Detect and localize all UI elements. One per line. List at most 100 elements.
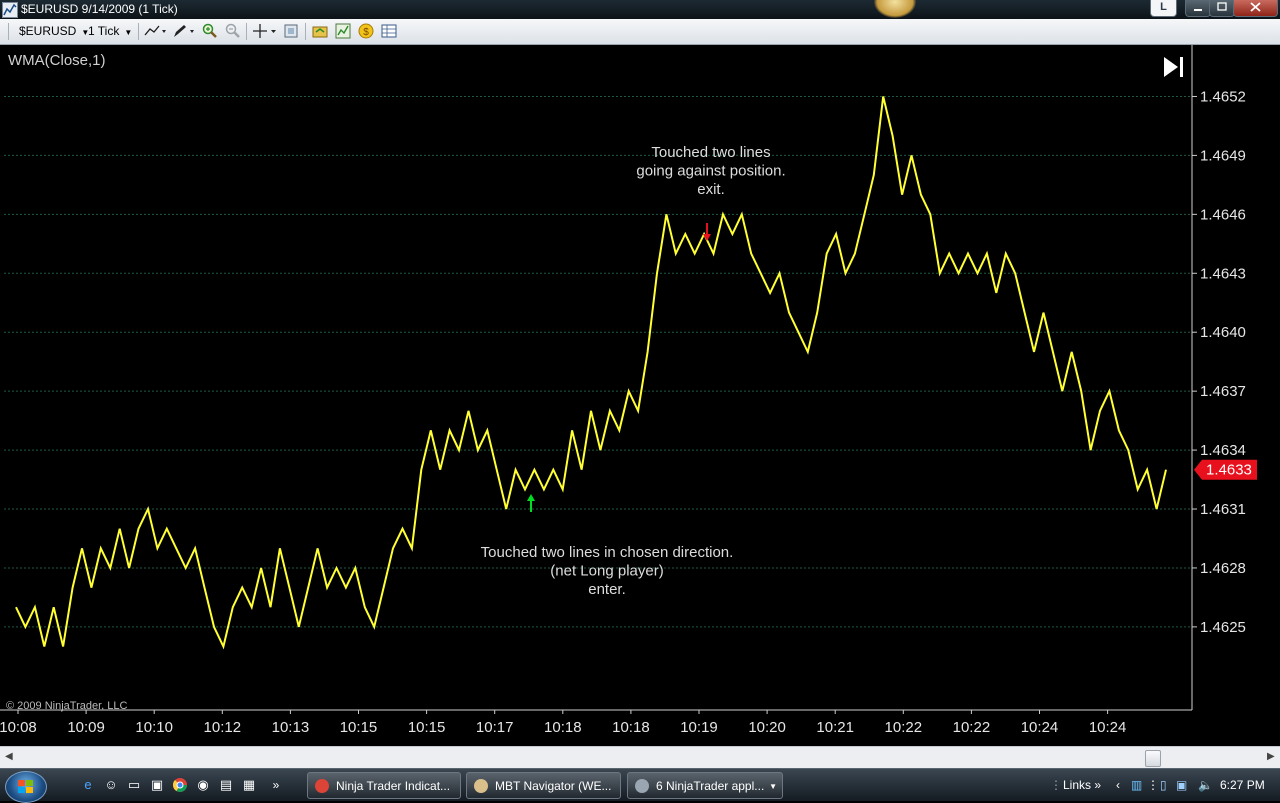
media-icon[interactable]: ◉ [195,777,211,793]
x-tick-label: 10:18 [612,719,650,736]
network-tray-icon[interactable]: ▥ [1131,778,1142,792]
app-shortcut-icon[interactable]: ▦ [241,777,257,793]
chevron-down-icon: ▼ [769,782,777,791]
price-chart[interactable]: 1.4652 1.4649 1.4646 1.4643 1.4640 1.4637 1.46… [0,45,1280,745]
y-tick-label: 1.4649 [1200,147,1246,164]
chart-toolbar: $EURUSD ▼ 1 Tick ▼ $ [0,19,1280,45]
enter-annotation-text: enter. [588,581,626,598]
task-mbt-navigator[interactable]: MBT Navigator (WE... [466,772,621,799]
internet-explorer-icon[interactable]: e [80,777,96,793]
exit-annotation-text: going against position. [636,163,785,180]
x-tick-label: 10:15 [340,719,378,736]
copyright-text: © 2009 NinjaTrader, LLC [6,700,127,712]
x-tick-label: 10:15 [408,719,446,736]
x-tick-label: 10:19 [680,719,718,736]
task-ninjatrader-group[interactable]: 6 NinjaTrader appl... ▼ [627,772,783,799]
show-desktop-icon[interactable]: ▭ [126,777,142,793]
scroll-to-end-bar[interactable] [1180,57,1183,77]
toolbar-separator [138,23,139,40]
x-tick-label: 10:24 [1089,719,1127,736]
x-tick-label: 10:10 [135,719,173,736]
window-title: $EURUSD 9/14/2009 (1 Tick) [21,2,178,16]
orb-decoration [874,0,916,18]
links-label: Links [1063,778,1092,792]
tray-grip: ⋮ [1050,778,1062,792]
x-tick-label: 10:20 [748,719,786,736]
y-tick-label: 1.4643 [1200,265,1246,282]
exit-annotation-text: exit. [697,181,725,198]
x-tick-label: 10:17 [476,719,514,736]
last-price-label: 1.4633 [1206,462,1252,479]
task-label: Ninja Trader Indicat... [336,779,451,793]
y-tick-label: 1.4646 [1200,206,1246,223]
zoom-in-icon[interactable] [202,23,218,39]
chrome-icon[interactable] [172,777,188,793]
language-button[interactable]: L [1150,0,1177,17]
instrument-selector[interactable]: $EURUSD ▼ [19,22,89,41]
x-tick-label: 10:22 [953,719,991,736]
tray-expand-icon[interactable]: ‹ [1116,778,1120,792]
interval-label: 1 Tick [88,24,120,38]
scroll-left-arrow-icon[interactable]: ◀ [5,751,13,762]
notepad-icon[interactable]: ▤ [218,777,234,793]
tray-separator: ⋮ [1147,778,1159,792]
toolbar-separator [8,23,9,40]
x-tick-label: 10:13 [272,719,310,736]
overflow-chevron-icon[interactable]: » [268,777,284,793]
drawing-tools-icon[interactable] [172,23,196,39]
minimize-button[interactable] [1185,0,1211,17]
chart-scrollbar[interactable]: ◀ ▶ [0,746,1280,769]
links-toolbar[interactable]: Links » [1063,778,1101,792]
restore-button[interactable] [1209,0,1235,17]
messenger-icon[interactable]: ☺ [103,777,119,793]
title-bar: $EURUSD 9/14/2009 (1 Tick) L [0,0,1280,19]
x-tick-label: 10:24 [1021,719,1059,736]
properties-icon[interactable] [283,23,299,39]
x-tick-label: 10:22 [885,719,923,736]
toolbar-separator [246,23,247,40]
y-tick-label: 1.4652 [1200,88,1246,105]
toolbar-separator [305,23,306,40]
svg-text:$: $ [363,27,369,38]
start-button[interactable] [5,771,47,803]
device-tray-icon[interactable]: ▯ [1160,778,1167,792]
mbt-icon [474,779,488,793]
taskbar: e ☺ ▭ ▣ ◉ ▤ ▦ » Ninja Trader Indicat... … [0,768,1280,803]
exit-annotation-text: Touched two lines [651,144,770,161]
x-tick-label: 10:12 [204,719,242,736]
enter-annotation-text: Touched two lines in chosen direction. [481,544,734,561]
y-tick-label: 1.4628 [1200,560,1246,577]
data-box-icon[interactable] [381,23,397,39]
task-label: 6 NinjaTrader appl... [656,779,765,793]
chrome-icon [315,779,329,793]
y-tick-label: 1.4637 [1200,383,1246,400]
volume-icon[interactable]: 🔈 [1198,778,1213,792]
close-button[interactable] [1233,0,1278,17]
task-label: MBT Navigator (WE... [495,779,612,793]
crosshair-icon[interactable] [252,23,278,39]
scroll-right-arrow-icon[interactable]: ▶ [1267,751,1275,762]
restore-icon [1217,2,1227,11]
currency-icon[interactable]: $ [358,23,374,39]
task-ninja-trader-indicators[interactable]: Ninja Trader Indicat... [307,772,461,799]
minimize-icon [1194,9,1202,11]
chevron-down-icon: ▼ [124,28,133,37]
y-tick-label: 1.4634 [1200,442,1246,459]
chart-style-icon[interactable] [144,23,168,39]
x-tick-label: 10:21 [816,719,854,736]
x-tick-label: 10:18 [544,719,582,736]
y-tick-label: 1.4625 [1200,619,1246,636]
close-icon [1250,2,1261,12]
connection-tray-icon[interactable]: ▣ [1176,778,1187,792]
interval-selector[interactable]: 1 Tick ▼ [88,22,132,41]
zoom-out-icon[interactable] [225,23,241,39]
window-switcher-icon[interactable]: ▣ [149,777,165,793]
scrollbar-thumb[interactable] [1145,750,1161,767]
y-tick-label: 1.4631 [1200,501,1246,518]
strategies-icon[interactable] [312,23,328,39]
enter-annotation-text: (net Long player) [550,563,663,580]
indicators-icon[interactable] [335,23,351,39]
instrument-label: $EURUSD [19,24,77,38]
y-tick-label: 1.4640 [1200,324,1246,341]
system-clock[interactable]: 6:27 PM [1220,778,1265,792]
